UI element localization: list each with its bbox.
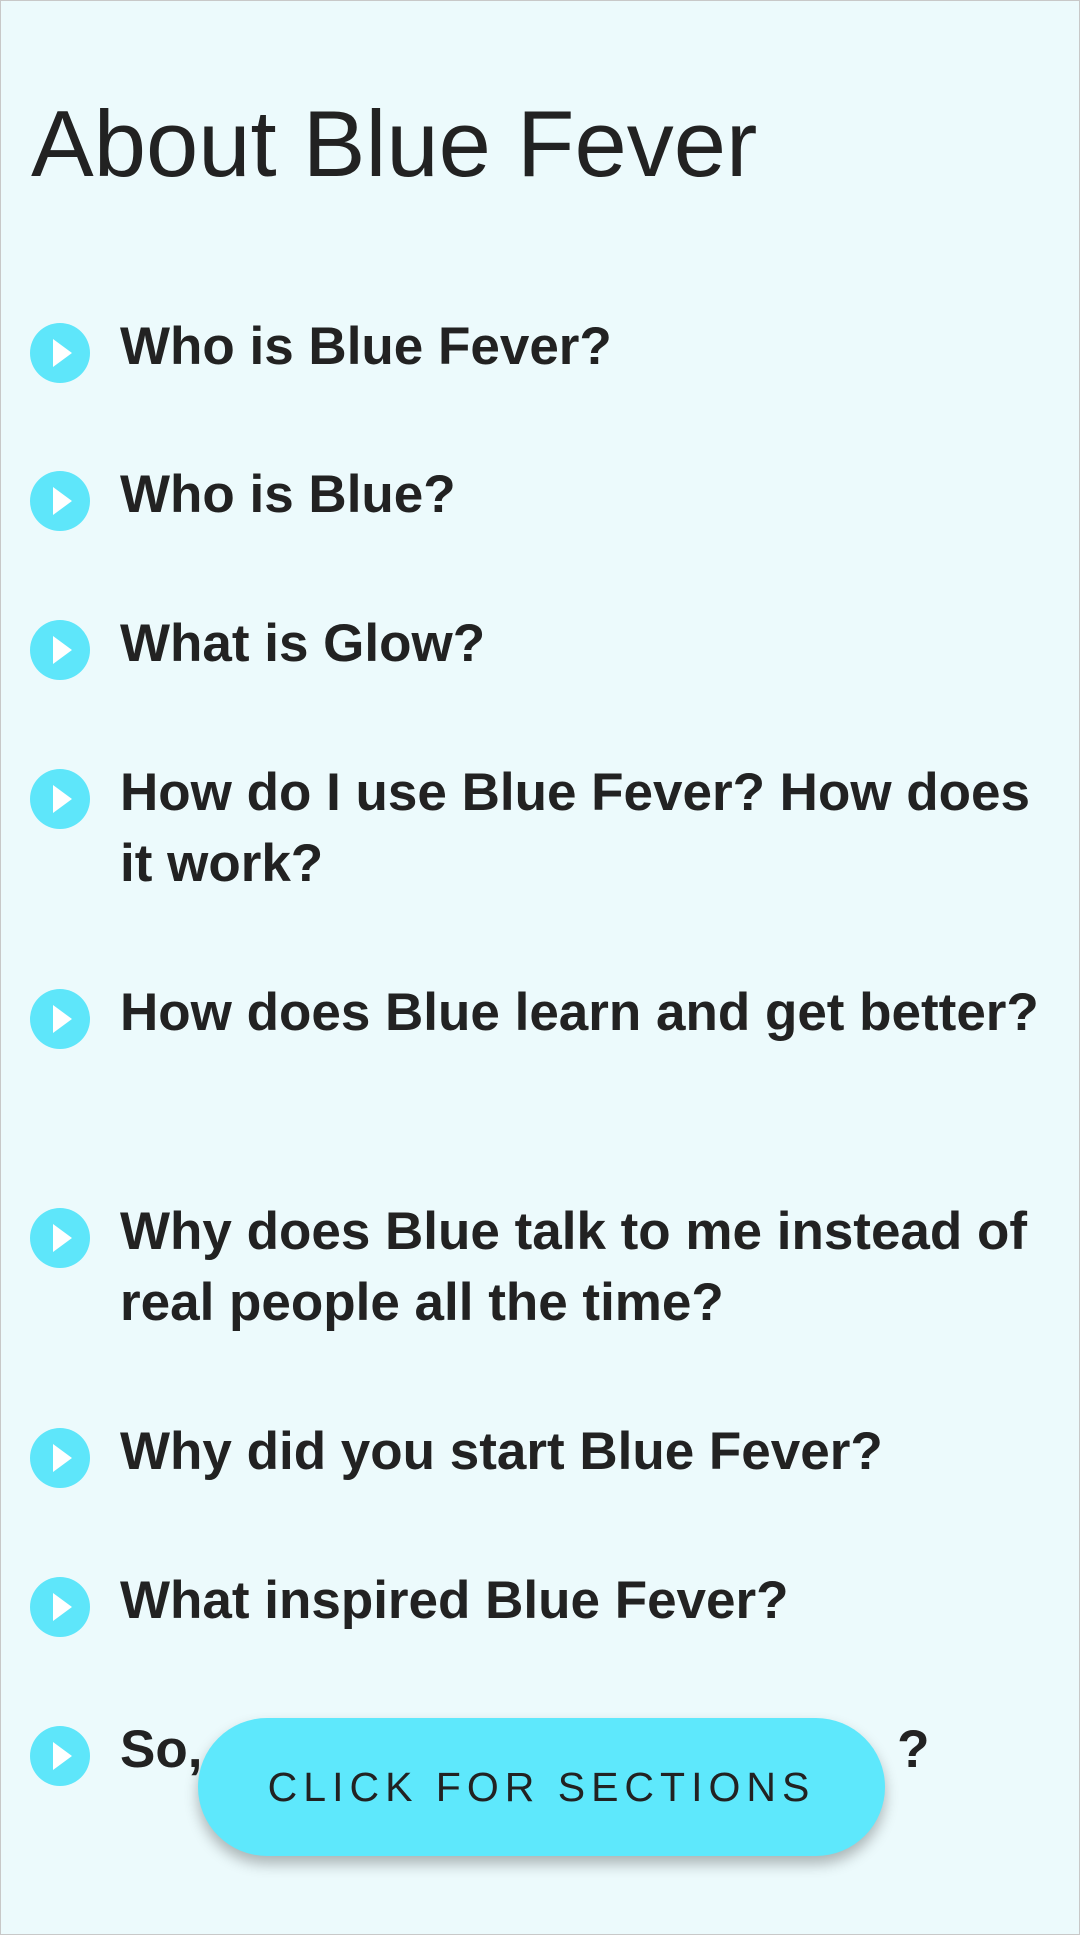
faq-question: Who is Blue? xyxy=(120,465,456,524)
faq-question: Who is Blue Fever? xyxy=(120,317,612,376)
faq-question: Why does Blue talk to me instead of real… xyxy=(120,1202,1028,1332)
faq-question: How does Blue learn and get better? xyxy=(120,983,1039,1042)
faq-question: What is Glow? xyxy=(120,614,486,673)
play-circle-icon xyxy=(30,1577,90,1637)
play-circle-icon xyxy=(30,620,90,680)
play-circle-icon xyxy=(30,1428,90,1488)
play-circle-icon xyxy=(30,1726,90,1786)
faq-question: How do I use Blue Fever? How does it wor… xyxy=(120,763,1030,893)
play-circle-icon xyxy=(30,989,90,1049)
page-frame: About Blue Fever Who is Blue Fever? Who … xyxy=(0,0,1080,1935)
play-circle-icon xyxy=(30,1208,90,1268)
play-circle-icon xyxy=(30,769,90,829)
play-circle-icon xyxy=(30,323,90,383)
faq-list: Who is Blue Fever? Who is Blue? What is … xyxy=(1,1,1079,1934)
faq-question: Why did you start Blue Fever? xyxy=(120,1422,883,1481)
play-circle-icon xyxy=(30,471,90,531)
faq-question: What inspired Blue Fever? xyxy=(120,1571,789,1630)
sections-button[interactable]: CLICK FOR SECTIONS xyxy=(198,1718,885,1856)
